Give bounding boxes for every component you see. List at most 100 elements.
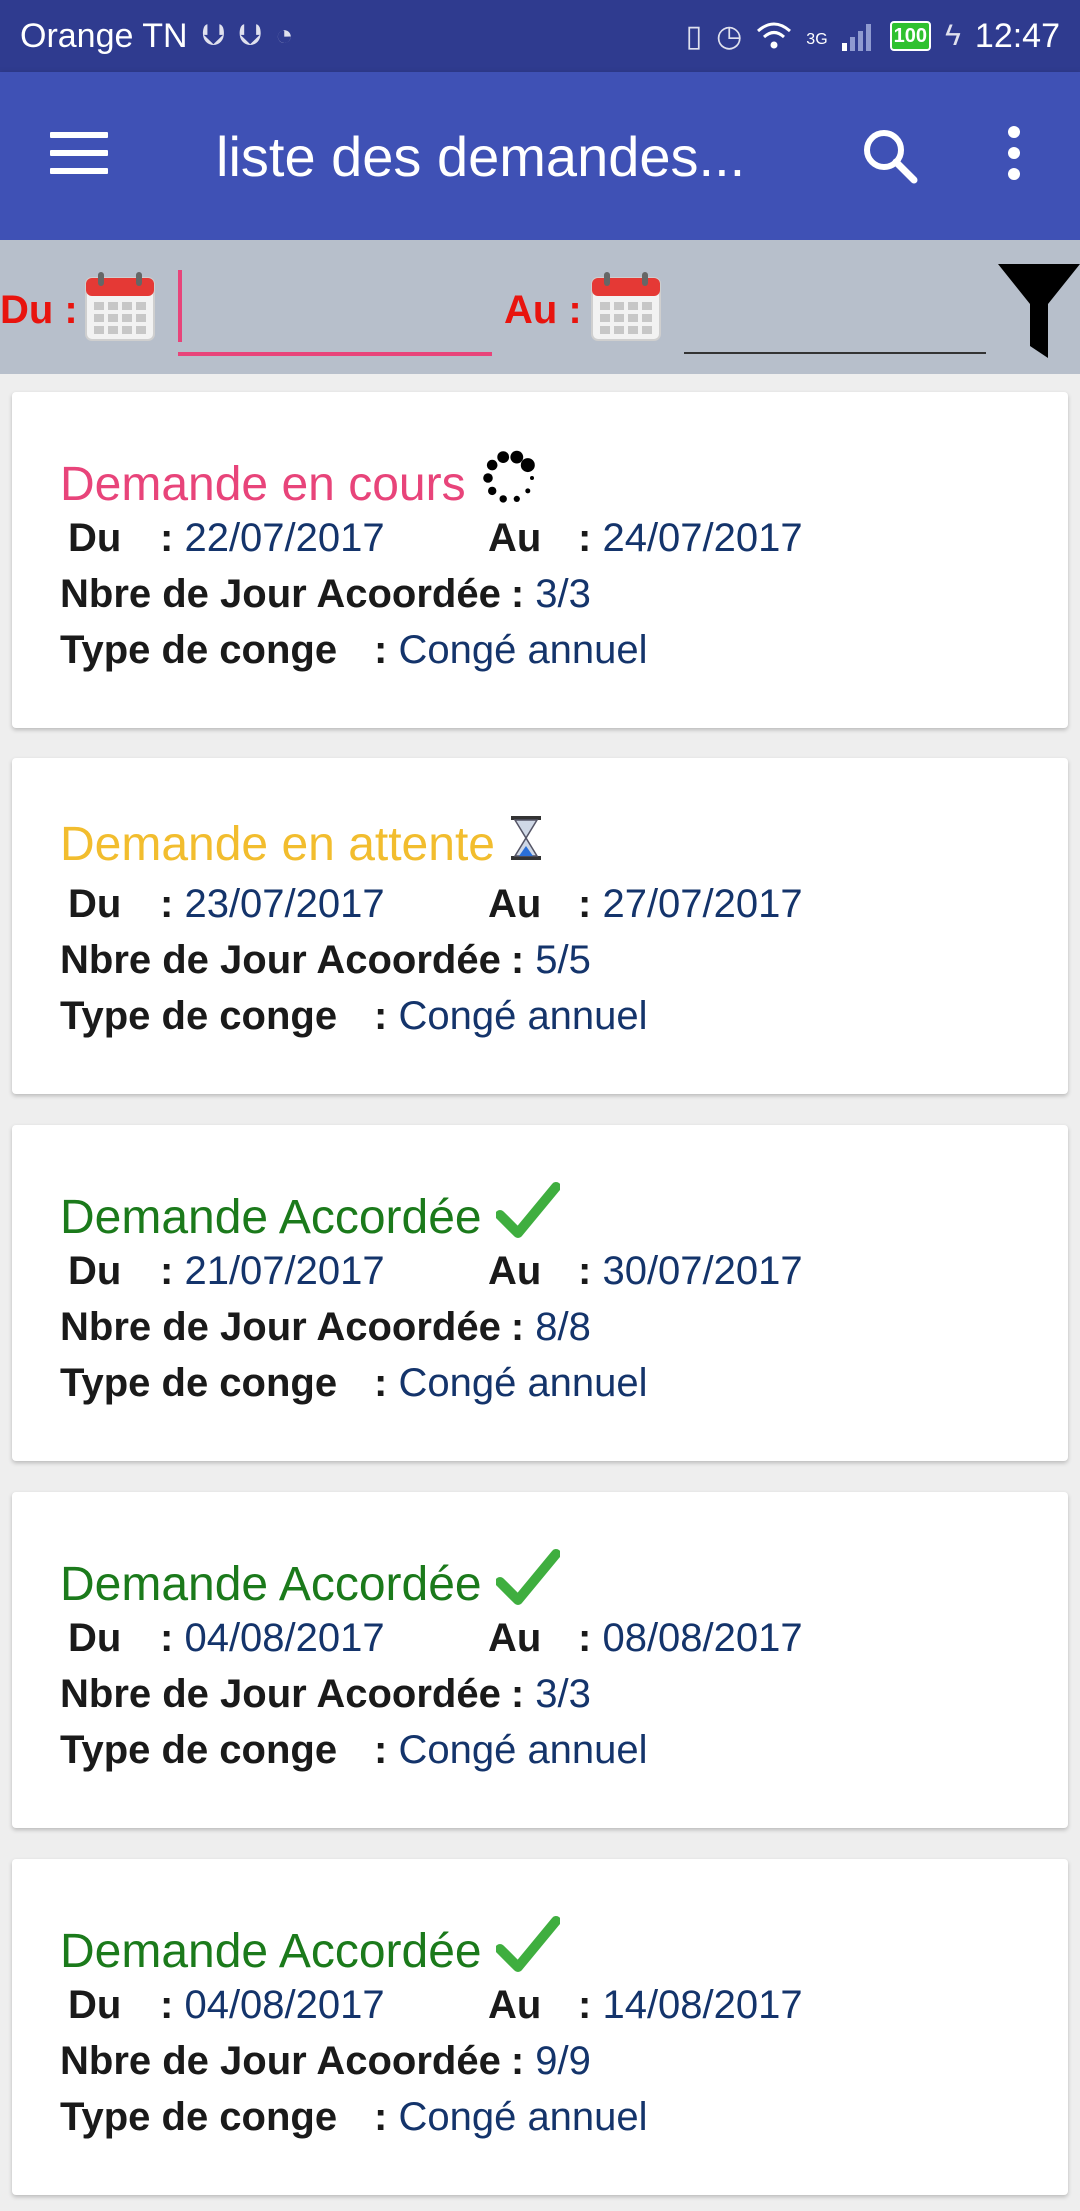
from-date: 21/07/2017 bbox=[184, 1249, 385, 1293]
request-card[interactable]: Demande Accordée Du: 04/08/2017 Au: 14/08/… bbox=[12, 1859, 1068, 2195]
to-label: Au bbox=[488, 516, 542, 560]
type-row: Type de conge bbox=[60, 628, 337, 673]
checkmark-icon bbox=[494, 1181, 561, 1253]
hamburger-icon-bar bbox=[50, 150, 108, 156]
filter-button[interactable] bbox=[998, 260, 1080, 360]
network-type: 3G bbox=[806, 30, 828, 48]
request-card[interactable]: Demande Accordée Du: 21/07/2017 Au: 30/07/… bbox=[12, 1125, 1068, 1461]
days-row: Nbre de Jour Acoordée: 3/3 bbox=[60, 1672, 591, 1717]
request-status-text: Demande Accordée bbox=[60, 1190, 482, 1244]
colon: : bbox=[510, 938, 525, 982]
vibrate-icon: ▯ bbox=[685, 19, 703, 53]
colon: : bbox=[578, 1249, 592, 1293]
from-value-row: : 21/07/2017 bbox=[160, 1249, 385, 1294]
to-row: Au bbox=[488, 1616, 541, 1661]
type-value: Congé annuel bbox=[398, 2095, 648, 2139]
more-vert-icon-dot bbox=[1008, 168, 1020, 180]
from-label: Du bbox=[68, 1616, 122, 1660]
from-label: Du : bbox=[0, 288, 78, 332]
type-value-row: : Congé annuel bbox=[374, 994, 648, 1039]
search-button[interactable] bbox=[858, 124, 922, 188]
colon: : bbox=[510, 572, 525, 616]
colon: : bbox=[578, 1983, 592, 2027]
from-value-row: : 04/08/2017 bbox=[160, 1983, 385, 2028]
type-value: Congé annuel bbox=[398, 1361, 648, 1405]
type-row: Type de conge bbox=[60, 1728, 337, 1773]
clock: 12:47 bbox=[974, 16, 1060, 55]
wifi-hotspot-icon: ◔ bbox=[275, 19, 294, 52]
more-vert-icon-dot bbox=[1008, 147, 1020, 159]
from-date-field[interactable] bbox=[178, 262, 492, 356]
colon: : bbox=[160, 1249, 174, 1293]
to-label: Au : bbox=[504, 288, 582, 332]
type-value-row: : Congé annuel bbox=[374, 1728, 648, 1773]
menu-button[interactable] bbox=[50, 132, 110, 180]
days-row: Nbre de Jour Acoordée: 9/9 bbox=[60, 2039, 591, 2084]
page-title: liste des demandes... bbox=[216, 125, 746, 188]
from-row: Du bbox=[68, 1249, 121, 1294]
calendar-icon[interactable] bbox=[590, 270, 662, 342]
type-label: Type de conge bbox=[60, 1361, 338, 1405]
from-value-row: : 04/08/2017 bbox=[160, 1616, 385, 1661]
request-status-text: Demande en attente bbox=[60, 817, 495, 871]
type-label: Type de conge bbox=[60, 2095, 338, 2139]
type-row: Type de conge bbox=[60, 1361, 337, 1406]
from-date: 04/08/2017 bbox=[184, 1616, 385, 1660]
request-status: Demande Accordée bbox=[60, 1915, 561, 1987]
days-label: Nbre de Jour Acoordée bbox=[60, 938, 501, 982]
request-status-text: Demande Accordée bbox=[60, 1557, 482, 1611]
carrier-name: Orange TN bbox=[20, 16, 188, 55]
from-label: Du bbox=[68, 882, 122, 926]
hamburger-icon bbox=[50, 132, 108, 138]
to-date: 08/08/2017 bbox=[602, 1616, 803, 1660]
from-row: Du bbox=[68, 882, 121, 927]
to-row: Au bbox=[488, 1983, 541, 2028]
colon: : bbox=[578, 882, 592, 926]
days-row: Nbre de Jour Acoordée: 8/8 bbox=[60, 1305, 591, 1350]
request-card[interactable]: Demande Accordée Du: 04/08/2017 Au: 08/08/… bbox=[12, 1492, 1068, 1828]
to-row: Au bbox=[488, 516, 541, 561]
days-label: Nbre de Jour Acoordée bbox=[60, 1305, 501, 1349]
colon: : bbox=[510, 1305, 525, 1349]
overflow-menu-button[interactable] bbox=[996, 126, 1032, 186]
to-value-row: : 08/08/2017 bbox=[578, 1616, 803, 1661]
colon: : bbox=[160, 1983, 174, 2027]
to-date-field[interactable] bbox=[684, 262, 986, 354]
type-value-row: : Congé annuel bbox=[374, 628, 648, 673]
to-value-row: : 27/07/2017 bbox=[578, 882, 803, 927]
colon: : bbox=[510, 2039, 525, 2083]
type-row: Type de conge bbox=[60, 994, 337, 1039]
days-label: Nbre de Jour Acoordée bbox=[60, 1672, 501, 1716]
calendar-icon[interactable] bbox=[84, 270, 156, 342]
from-label: Du bbox=[68, 516, 122, 560]
from-date: 23/07/2017 bbox=[184, 882, 385, 926]
from-label: Du bbox=[68, 1249, 122, 1293]
to-date: 24/07/2017 bbox=[602, 516, 803, 560]
app-bar: liste des demandes... bbox=[0, 72, 1080, 240]
colon: : bbox=[374, 1361, 388, 1405]
checkmark-icon bbox=[494, 1548, 561, 1620]
from-value-row: : 22/07/2017 bbox=[160, 516, 385, 561]
type-row: Type de conge bbox=[60, 2095, 337, 2140]
type-value-row: : Congé annuel bbox=[374, 1361, 648, 1406]
charging-icon: ϟ bbox=[945, 19, 961, 52]
checkmark-icon bbox=[494, 1915, 561, 1987]
days-label: Nbre de Jour Acoordée bbox=[60, 572, 501, 616]
from-value-row: : 23/07/2017 bbox=[160, 882, 385, 927]
request-card[interactable]: Demande en attente Du: 23/07/2017 Au: 27/0… bbox=[12, 758, 1068, 1094]
to-value-row: : 14/08/2017 bbox=[578, 1983, 803, 2028]
usb-icon: ⮋ bbox=[201, 19, 225, 52]
date-filter-bar: Du : Au : bbox=[0, 240, 1080, 374]
to-value-row: : 24/07/2017 bbox=[578, 516, 803, 561]
from-date: 22/07/2017 bbox=[184, 516, 385, 560]
colon: : bbox=[374, 628, 388, 672]
usb-icon: ⮋ bbox=[238, 19, 262, 52]
status-bar-left: Orange TN ⮋ ⮋ ◔ bbox=[20, 17, 293, 56]
request-card[interactable]: Demande en cours Du: 22/07/2017 Au: 24/07/… bbox=[12, 392, 1068, 728]
request-status: Demande en attente bbox=[60, 814, 543, 874]
colon: : bbox=[578, 1616, 592, 1660]
battery-icon: 100 bbox=[889, 21, 932, 51]
days-value: 9/9 bbox=[535, 2039, 591, 2083]
days-label: Nbre de Jour Acoordée bbox=[60, 2039, 501, 2083]
type-label: Type de conge bbox=[60, 628, 338, 672]
